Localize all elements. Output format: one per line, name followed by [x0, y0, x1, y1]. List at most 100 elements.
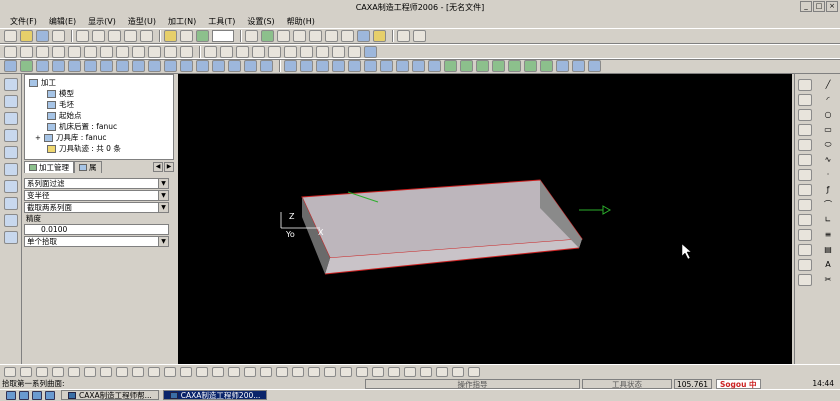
filter-icon[interactable]	[196, 30, 209, 42]
mach-icon-25[interactable]	[396, 60, 409, 72]
bottom-icon-5[interactable]	[68, 366, 80, 377]
bottom-icon-17[interactable]	[260, 366, 272, 377]
cut-icon[interactable]	[76, 30, 89, 42]
render-icon[interactable]	[373, 30, 386, 42]
mach-icon-9[interactable]	[132, 60, 145, 72]
tab-machining-manager[interactable]: 加工管理	[24, 161, 74, 173]
bottom-icon-19[interactable]	[292, 366, 304, 377]
quick-launch-icon-2[interactable]	[19, 390, 29, 400]
zoom-all-icon[interactable]	[309, 30, 322, 42]
tool-icon-a16[interactable]	[252, 46, 265, 58]
tool-icon-a11[interactable]	[164, 46, 177, 58]
mach-icon-11[interactable]	[164, 60, 177, 72]
bottom-icon-23[interactable]	[356, 366, 368, 377]
plane-icon[interactable]	[4, 129, 18, 142]
curve-icon-14[interactable]	[798, 274, 812, 286]
cut-path-icon[interactable]	[4, 214, 18, 227]
bottom-icon-3[interactable]	[36, 366, 48, 377]
tree-item-toolpath[interactable]: 刀具轨迹 : 共 0 条	[47, 143, 121, 154]
curve-icon-2[interactable]	[798, 94, 812, 106]
curve-icon-8[interactable]	[798, 184, 812, 196]
corner-tool-icon[interactable]: ∟	[821, 214, 835, 226]
mach-icon-19[interactable]	[300, 60, 313, 72]
mach-icon-14[interactable]	[212, 60, 225, 72]
mach-icon-17[interactable]	[260, 60, 273, 72]
bottom-icon-24[interactable]	[372, 366, 384, 377]
curve-icon-3[interactable]	[798, 109, 812, 121]
ime-indicator[interactable]: Sogou 中	[716, 378, 761, 389]
trim-tool-icon[interactable]: ✂	[821, 274, 835, 286]
shade-icon[interactable]	[357, 30, 370, 42]
open-file-icon[interactable]	[20, 30, 33, 42]
curve-icon-13[interactable]	[798, 259, 812, 271]
bottom-icon-13[interactable]	[196, 366, 208, 377]
tree-item-tool-library[interactable]: + 刀具库 : fanuc	[35, 132, 107, 143]
menu-help[interactable]: 帮助(H)	[281, 16, 321, 27]
mach-icon-10[interactable]	[148, 60, 161, 72]
ellipse-tool-icon[interactable]: ⬭	[821, 139, 835, 151]
offset-tool-icon[interactable]: ≡	[821, 229, 835, 241]
layer-dropdown[interactable]	[212, 30, 234, 42]
surface-filter-select[interactable]: 系列面过滤 ▼	[24, 178, 169, 189]
light-icon[interactable]	[164, 30, 177, 42]
bottom-icon-10[interactable]	[148, 366, 160, 377]
pan-icon[interactable]	[341, 30, 354, 42]
tool-icon-a15[interactable]	[236, 46, 249, 58]
expand-icon[interactable]: +	[35, 134, 41, 142]
tab-scroll-left-icon[interactable]: ◀	[153, 162, 163, 172]
tool-icon-a17[interactable]	[268, 46, 281, 58]
mach-icon-34[interactable]	[540, 60, 553, 72]
select-icon[interactable]	[4, 78, 18, 91]
mach-icon-13[interactable]	[196, 60, 209, 72]
mach-icon-12[interactable]	[180, 60, 193, 72]
bottom-icon-2[interactable]	[20, 366, 32, 377]
bottom-icon-25[interactable]	[388, 366, 400, 377]
function-curve-icon[interactable]: ƒ	[821, 184, 835, 196]
cloud-icon[interactable]	[4, 231, 18, 244]
tree-item-model[interactable]: 模型	[47, 88, 74, 99]
mach-icon-29[interactable]	[460, 60, 473, 72]
bottom-icon-12[interactable]	[180, 366, 192, 377]
mach-icon-28[interactable]	[444, 60, 457, 72]
chevron-down-icon[interactable]: ▼	[158, 203, 168, 212]
text-tool-icon[interactable]: A	[821, 259, 835, 271]
quick-launch-icon-3[interactable]	[32, 390, 42, 400]
mach-icon-31[interactable]	[492, 60, 505, 72]
rotate-icon[interactable]	[325, 30, 338, 42]
line-icon[interactable]	[4, 112, 18, 125]
menu-tools[interactable]: 工具(T)	[202, 16, 241, 27]
bottom-icon-27[interactable]	[420, 366, 432, 377]
tool-icon-a13[interactable]	[204, 46, 217, 58]
menu-settings[interactable]: 设置(S)	[241, 16, 280, 27]
curve-icon-7[interactable]	[798, 169, 812, 181]
mach-icon-24[interactable]	[380, 60, 393, 72]
tool-icon-a4[interactable]	[52, 46, 65, 58]
maximize-button[interactable]: □	[813, 1, 825, 12]
mach-icon-22[interactable]	[348, 60, 361, 72]
grid-icon[interactable]	[180, 30, 193, 42]
mach-icon-4[interactable]	[52, 60, 65, 72]
bottom-icon-15[interactable]	[228, 366, 240, 377]
chevron-down-icon[interactable]: ▼	[158, 191, 168, 200]
print-icon[interactable]	[52, 30, 65, 42]
bottom-icon-4[interactable]	[52, 366, 64, 377]
copy-icon[interactable]	[92, 30, 105, 42]
menu-machining[interactable]: 加工(N)	[162, 16, 202, 27]
curve-icon-9[interactable]	[798, 199, 812, 211]
tree-item-start-point[interactable]: 起始点	[47, 110, 82, 121]
tool-icon-a22[interactable]	[348, 46, 361, 58]
tool-icon-a7[interactable]	[100, 46, 113, 58]
bottom-icon-8[interactable]	[116, 366, 128, 377]
curve-icon-10[interactable]	[798, 214, 812, 226]
bottom-icon-16[interactable]	[244, 366, 256, 377]
menu-file[interactable]: 文件(F)	[4, 16, 43, 27]
bottom-icon-30[interactable]	[468, 366, 480, 377]
pen-icon[interactable]	[413, 30, 426, 42]
close-button[interactable]: ×	[826, 1, 838, 12]
mach-icon-2[interactable]	[20, 60, 33, 72]
bottom-icon-6[interactable]	[84, 366, 96, 377]
curve-icon-1[interactable]	[798, 79, 812, 91]
mach-icon-30[interactable]	[476, 60, 489, 72]
mach-icon-21[interactable]	[332, 60, 345, 72]
arc-tool-icon[interactable]: ◜	[821, 94, 835, 106]
